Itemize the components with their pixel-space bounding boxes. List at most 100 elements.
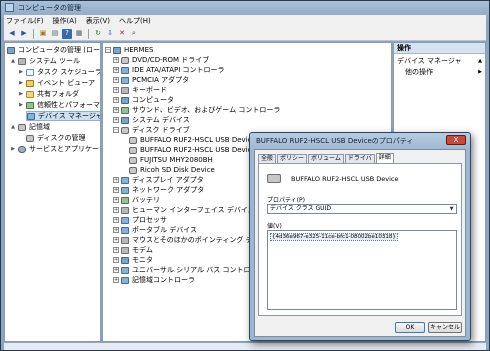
value-label: 値(V) (267, 223, 282, 230)
cancel-button[interactable]: キャンセル (428, 322, 462, 333)
expand-toggle[interactable]: + (113, 87, 119, 93)
title-bar[interactable]: コンピュータの管理 (1, 1, 489, 14)
task-scheduler-icon (26, 68, 34, 76)
device-tree-root[interactable]: − HERMES (105, 45, 153, 55)
device-tree-label: バッテリ (132, 196, 160, 204)
expand-toggle[interactable]: + (113, 247, 119, 253)
expand-toggle[interactable]: + (113, 267, 119, 273)
scan-hardware-icon[interactable]: ⌕ (129, 29, 139, 39)
help-icon[interactable]: ? (62, 28, 72, 39)
device-category[interactable]: + モニタ (113, 255, 153, 265)
expand-toggle[interactable]: + (113, 57, 119, 63)
expand-toggle[interactable]: + (113, 107, 119, 113)
tree-item-device-manager[interactable]: デバイス マネージャ (26, 111, 100, 121)
up-folder-icon[interactable]: ▣ (38, 29, 48, 39)
expand-toggle[interactable]: + (113, 187, 119, 193)
pcmcia-icon (121, 76, 129, 84)
device-category[interactable]: + コンピュータ (113, 95, 174, 105)
expand-toggle[interactable]: + (113, 257, 119, 263)
tree-item-task-scheduler[interactable]: ▶ タスク スケジューラ (18, 67, 100, 77)
device-category[interactable]: + PCMCIA アダプタ (113, 75, 189, 85)
collapse-toggle[interactable]: − (113, 127, 119, 133)
expand-toggle[interactable]: + (113, 207, 119, 213)
dvd-drive-icon (121, 56, 129, 64)
tree-item-event-viewer[interactable]: ▶ イベント ビューア (18, 78, 95, 88)
tree-item-system-tools[interactable]: ▲ システム ツール (10, 56, 80, 66)
refresh-icon[interactable]: ↻ (93, 29, 103, 39)
menu-help[interactable]: ヘルプ(H) (119, 16, 151, 26)
menu-action[interactable]: 操作(A) (53, 16, 77, 26)
device-category[interactable]: + システム デバイス (113, 115, 190, 125)
collapse-arrow-icon[interactable]: ▲ (10, 124, 16, 130)
expand-toggle[interactable]: + (113, 97, 119, 103)
tree-item-services-applications[interactable]: ▶ サービスとアプリケーション (10, 144, 100, 154)
action-more-actions[interactable]: 他の操作 ▶ (394, 67, 485, 77)
expand-toggle[interactable]: + (113, 277, 119, 283)
device-category[interactable]: + ユニバーサル シリアル バス コントローラ (113, 265, 264, 275)
tab-driver[interactable]: ドライバ (344, 154, 375, 163)
show-hide-tree-icon[interactable]: ▤ (50, 29, 60, 39)
expand-toggle[interactable]: + (113, 117, 119, 123)
expand-toggle[interactable]: + (113, 227, 119, 233)
tree-item-storage[interactable]: ▲ 記憶域 (10, 122, 50, 132)
device-category[interactable]: + DVD/CD-ROM ドライブ (113, 55, 209, 65)
ok-button[interactable]: OK (395, 322, 425, 333)
properties-icon[interactable]: ▦ (74, 29, 84, 39)
tree-item-label: イベント ビューア (37, 79, 95, 87)
expand-toggle[interactable]: + (113, 77, 119, 83)
device-item[interactable]: BUFFALO RUF2-HSCL USB Device (129, 135, 256, 145)
expand-toggle[interactable]: + (113, 217, 119, 223)
device-tree-label: 記憶域コントローラ (132, 276, 195, 284)
expand-arrow-icon[interactable]: ▶ (18, 91, 24, 97)
device-category[interactable]: + プロセッサ (113, 215, 167, 225)
expand-toggle[interactable]: + (113, 237, 119, 243)
forward-arrow-icon[interactable]: ▶ (19, 29, 29, 39)
device-manager-icon (27, 112, 35, 120)
tab-details[interactable]: 詳細 (375, 153, 394, 163)
device-category[interactable]: + ヒューマン インターフェイス デバイス (113, 205, 255, 215)
tree-item-computer-management[interactable]: コンピュータの管理 (ローカル) (7, 45, 100, 55)
tab-general[interactable]: 全般 (258, 154, 277, 163)
device-tree-label: HERMES (124, 46, 154, 54)
value-list[interactable]: {4d36e967-e325-11ce-bfc1-08002be10318} (267, 230, 457, 310)
tab-policy[interactable]: ポリシー (277, 154, 308, 163)
expand-toggle[interactable]: + (113, 177, 119, 183)
menu-view[interactable]: 表示(V) (86, 16, 110, 26)
update-driver-icon[interactable]: ⇩ (105, 29, 115, 39)
expand-arrow-icon[interactable]: ▶ (18, 102, 24, 108)
device-category[interactable]: + サウンド、ビデオ、およびゲーム コントローラ (113, 105, 280, 115)
back-arrow-icon[interactable]: ◀ (7, 29, 17, 39)
device-item[interactable]: Ricoh SD Disk Device (129, 165, 215, 175)
expand-arrow-icon[interactable]: ▶ (18, 69, 24, 75)
device-category[interactable]: + ネットワーク アダプタ (113, 185, 204, 195)
collapse-arrow-icon: ▲ (478, 58, 482, 64)
expand-arrow-icon[interactable]: ▶ (10, 146, 16, 152)
tree-item-reliability-performance[interactable]: ▶ 信頼性とパフォーマンス (18, 100, 100, 110)
device-category[interactable]: + ポータブル デバイス (113, 225, 197, 235)
device-category[interactable]: + モデム (113, 245, 153, 255)
collapse-arrow-icon[interactable]: ▲ (10, 58, 16, 64)
value-item[interactable]: {4d36e967-e325-11ce-bfc1-08002be10318} (270, 233, 398, 241)
device-tree-label: BUFFALO RUF2-HSCL USB Device (140, 136, 256, 144)
device-item[interactable]: FUJITSU MHY2080BH (129, 155, 213, 165)
menu-file[interactable]: ファイル(F) (6, 16, 44, 26)
collapse-toggle[interactable]: − (105, 47, 111, 53)
device-category[interactable]: − ディスク ドライブ (113, 125, 190, 135)
uninstall-icon[interactable]: ✕ (117, 29, 127, 39)
expand-arrow-icon[interactable]: ▶ (18, 80, 24, 86)
device-category[interactable]: + バッテリ (113, 195, 160, 205)
device-category[interactable]: + ディスプレイ アダプタ (113, 175, 204, 185)
device-category[interactable]: + 記憶域コントローラ (113, 275, 195, 285)
expand-toggle[interactable]: + (113, 67, 119, 73)
device-item[interactable]: BUFFALO RUF2-HSCL USB Device (129, 145, 256, 155)
action-device-manager[interactable]: デバイス マネージャ ▲ (394, 56, 485, 66)
tab-volume[interactable]: ボリューム (308, 154, 344, 163)
expand-toggle[interactable]: + (113, 197, 119, 203)
chevron-down-icon[interactable]: ▼ (447, 205, 456, 213)
property-select[interactable]: デバイス クラス GUID ▼ (267, 204, 457, 214)
device-category[interactable]: + IDE ATA/ATAPI コントローラ (113, 65, 225, 75)
tree-item-shared-folders[interactable]: ▶ 共有フォルダ (18, 89, 79, 99)
tree-item-disk-management[interactable]: ディスクの管理 (26, 133, 86, 143)
close-button[interactable]: X (446, 135, 466, 145)
device-category[interactable]: + キーボード (113, 85, 167, 95)
